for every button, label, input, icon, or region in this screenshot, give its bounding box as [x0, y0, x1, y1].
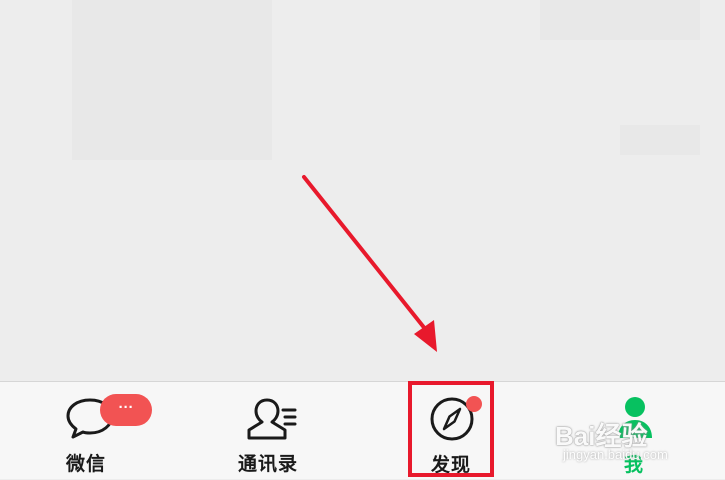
person-icon — [618, 397, 652, 438]
tab-me[interactable]: 我 — [600, 382, 670, 480]
tab-contacts[interactable]: 通讯录 — [225, 382, 325, 480]
unread-badge: ··· — [100, 394, 152, 426]
tab-me-label: 我 — [624, 454, 645, 476]
faded-content-block — [540, 0, 700, 40]
tab-contacts-label: 通讯录 — [238, 453, 299, 475]
main-content-area — [0, 0, 725, 381]
annotation-highlight-box — [408, 381, 494, 477]
contacts-icon — [247, 398, 297, 440]
faded-content-block — [72, 0, 272, 160]
faded-content-block — [620, 125, 700, 155]
tab-chats-label: 微信 — [66, 453, 107, 475]
bottom-tab-bar: 微信 ··· 通讯录 发现 我 — [0, 381, 725, 479]
